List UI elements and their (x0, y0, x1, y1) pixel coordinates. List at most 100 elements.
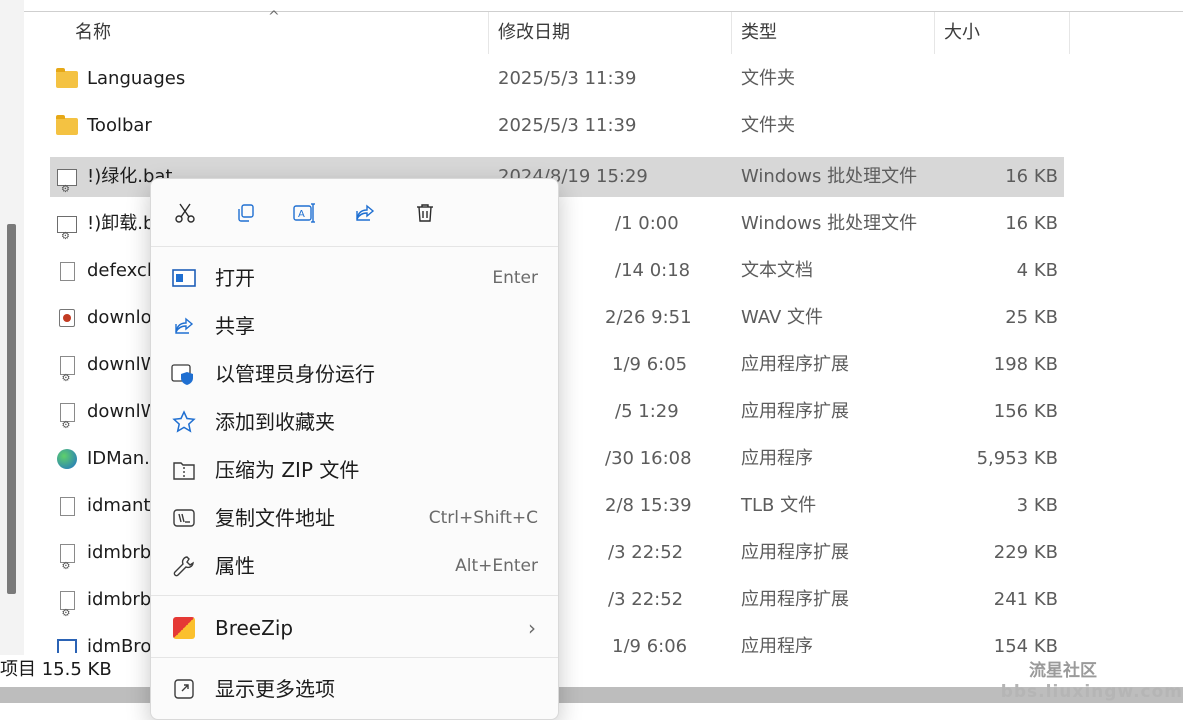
menu-item-label: 共享 (215, 314, 255, 338)
file-size: 154 KB (993, 636, 1058, 653)
column-header: ^ 名称 修改日期 类型 大小 (50, 9, 1183, 54)
menu-item-share[interactable]: 共享 (151, 302, 558, 350)
menu-item-label: 显示更多选项 (215, 677, 335, 701)
file-date: 2025/5/3 11:39 (498, 115, 637, 136)
file-type: 应用程序扩展 (741, 589, 849, 610)
run-as-admin-icon (171, 362, 197, 386)
file-size: 241 KB (993, 589, 1058, 610)
file-name: downlo (87, 307, 152, 328)
rename-icon: A (293, 203, 315, 223)
svg-text:A: A (298, 209, 305, 220)
menu-item-properties[interactable]: 属性 Alt+Enter (151, 542, 558, 590)
file-size: 16 KB (1005, 213, 1058, 234)
bat-icon (56, 167, 78, 210)
left-pane-scroll-thumb[interactable] (7, 224, 16, 594)
star-icon (171, 410, 197, 434)
menu-item-shortcut: Alt+Enter (455, 556, 538, 576)
file-type: Windows 批处理文件 (741, 166, 918, 187)
watermark-title: 流星社区 (1029, 661, 1097, 681)
menu-item-compress-zip[interactable]: 压缩为 ZIP 文件 (151, 446, 558, 494)
menu-item-breezip[interactable]: BreeZip › (151, 604, 558, 652)
file-type: WAV 文件 (741, 307, 824, 328)
column-header-size[interactable]: 大小 (944, 12, 980, 54)
wrench-icon (171, 554, 197, 578)
menu-item-open[interactable]: 打开 Enter (151, 254, 558, 302)
context-menu: A 打开 Enter 共享 以管理员身份运行 添加到收藏夹 压缩为 ZIP 文件… (150, 178, 559, 720)
file-size: 156 KB (993, 401, 1058, 422)
menu-separator (151, 246, 558, 247)
file-date: 1/9 6:05 (612, 354, 688, 375)
menu-item-copy-path[interactable]: 复制文件地址 Ctrl+Shift+C (151, 494, 558, 542)
menu-item-show-more-options[interactable]: 显示更多选项 (151, 665, 558, 713)
file-date: 1/9 6:06 (612, 636, 688, 653)
menu-separator (151, 595, 558, 596)
menu-item-label: 复制文件地址 (215, 506, 335, 530)
column-header-date[interactable]: 修改日期 (498, 12, 570, 54)
copy-button[interactable] (225, 193, 265, 233)
file-date: /1 0:00 (615, 213, 679, 234)
file-name: idmbrb (87, 542, 152, 563)
file-name: Toolbar (87, 115, 152, 136)
share-button[interactable] (345, 193, 385, 233)
column-separator[interactable] (488, 12, 489, 54)
menu-item-label: 打开 (215, 266, 255, 290)
file-row[interactable]: Toolbar 2025/5/3 11:39 文件夹 (50, 106, 1064, 146)
file-name: downlW (87, 401, 159, 422)
menu-item-run-as-admin[interactable]: 以管理员身份运行 (151, 350, 558, 398)
menu-item-label: 以管理员身份运行 (215, 362, 375, 386)
file-name: IDMan. (87, 448, 150, 469)
dll-file-icon (56, 402, 78, 446)
file-type: 应用程序扩展 (741, 354, 849, 375)
share-icon (171, 314, 197, 338)
file-type: 应用程序 (741, 636, 813, 653)
column-separator[interactable] (934, 12, 935, 54)
file-date: /30 16:08 (605, 448, 692, 469)
menu-separator (151, 657, 558, 658)
menu-item-shortcut: Ctrl+Shift+C (428, 508, 538, 528)
file-date: /3 22:52 (608, 589, 684, 610)
menu-item-shortcut: Enter (492, 268, 538, 288)
file-type: 应用程序扩展 (741, 542, 849, 563)
file-date: 2/8 15:39 (605, 495, 692, 516)
file-name: Languages (87, 68, 186, 89)
cut-button[interactable] (165, 193, 205, 233)
zip-icon (171, 458, 197, 482)
folder-icon (56, 67, 78, 89)
delete-button[interactable] (405, 193, 445, 233)
text-file-icon (56, 261, 78, 281)
file-size: 25 KB (1005, 307, 1058, 328)
show-more-icon (171, 677, 197, 701)
file-date: /14 0:18 (615, 260, 691, 281)
file-name: !)卸载.b (87, 213, 155, 234)
bat-icon (56, 214, 78, 257)
file-name: idmBro (87, 636, 152, 653)
file-type: Windows 批处理文件 (741, 213, 918, 234)
file-size: 5,953 KB (976, 448, 1058, 469)
file-size: 16 KB (1005, 166, 1058, 187)
menu-item-add-favorite[interactable]: 添加到收藏夹 (151, 398, 558, 446)
column-separator[interactable] (731, 12, 732, 54)
rename-button[interactable]: A (285, 193, 325, 233)
file-name: downlW (87, 354, 159, 375)
file-size: 229 KB (993, 542, 1058, 563)
file-type: 文件夹 (741, 68, 795, 89)
wav-file-icon (56, 308, 78, 328)
idm-app-icon (56, 449, 78, 469)
text-file-icon (56, 496, 78, 516)
open-icon (171, 266, 197, 290)
menu-item-label: BreeZip (215, 616, 294, 640)
column-header-name[interactable]: 名称 (75, 12, 111, 54)
column-separator[interactable] (1069, 12, 1070, 54)
watermark-url: bbs.liuxingw.com (1000, 682, 1183, 702)
context-quick-actions: A (151, 179, 558, 245)
file-size: 4 KB (1016, 260, 1058, 281)
menu-item-label: 属性 (215, 554, 255, 578)
file-type: TLB 文件 (741, 495, 817, 516)
file-row[interactable]: Languages 2025/5/3 11:39 文件夹 (50, 59, 1064, 99)
dll-file-icon (56, 543, 78, 587)
menu-item-label: 压缩为 ZIP 文件 (215, 458, 360, 482)
dll-file-icon (56, 355, 78, 399)
column-header-type[interactable]: 类型 (741, 12, 777, 54)
sort-ascending-icon: ^ (268, 9, 280, 25)
status-bar-text: 项目 15.5 KB (0, 656, 130, 684)
